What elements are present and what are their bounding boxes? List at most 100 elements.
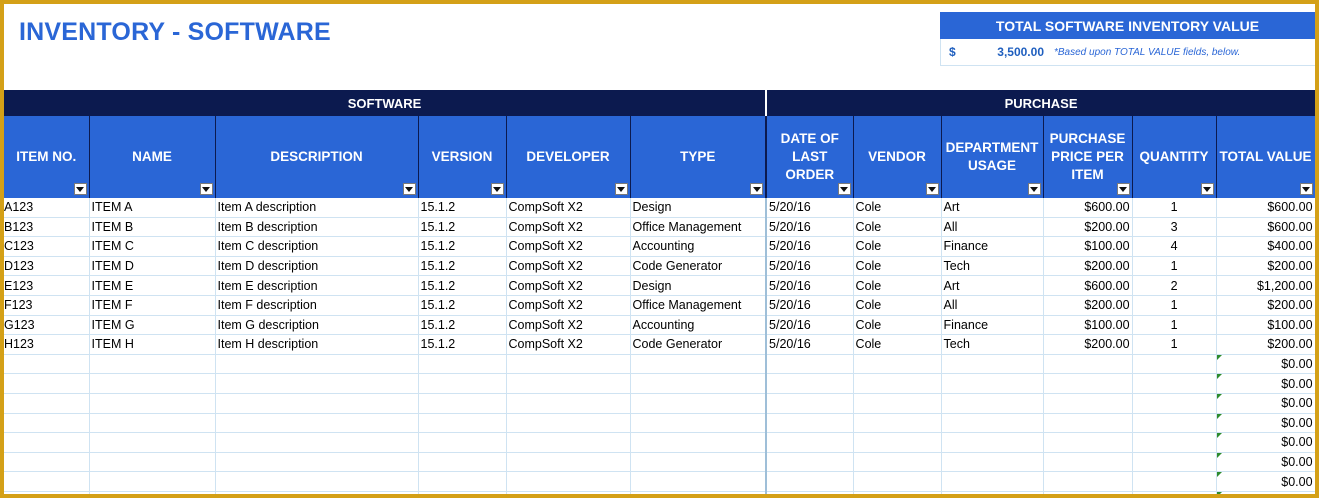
cell-name[interactable]: [89, 413, 216, 434]
cell-name[interactable]: [89, 491, 216, 494]
cell-developer[interactable]: CompSoft X2: [506, 256, 631, 277]
cell-name[interactable]: [89, 432, 216, 453]
cell-item-no[interactable]: [4, 393, 90, 414]
cell-version[interactable]: 15.1.2: [418, 256, 507, 277]
cell-date[interactable]: [766, 491, 854, 494]
cell-quantity[interactable]: [1132, 471, 1217, 492]
cell-quantity[interactable]: [1132, 354, 1217, 375]
cell-item-no[interactable]: E123: [4, 275, 90, 296]
filter-dropdown-icon[interactable]: [73, 183, 87, 195]
cell-description[interactable]: [215, 452, 419, 473]
cell-version[interactable]: 15.1.2: [418, 236, 507, 257]
cell-quantity[interactable]: [1132, 393, 1217, 414]
cell-total[interactable]: $1,200.00: [1216, 275, 1315, 296]
cell-version[interactable]: 15.1.2: [418, 295, 507, 316]
cell-price[interactable]: $100.00: [1043, 236, 1133, 257]
cell-quantity[interactable]: [1132, 413, 1217, 434]
cell-type[interactable]: Office Management: [630, 295, 768, 316]
cell-vendor[interactable]: [853, 354, 942, 375]
cell-type[interactable]: Office Management: [630, 217, 768, 238]
filter-dropdown-icon[interactable]: [490, 183, 504, 195]
cell-name[interactable]: [89, 373, 216, 394]
cell-price[interactable]: $100.00: [1043, 315, 1133, 336]
cell-version[interactable]: [418, 452, 507, 473]
cell-department[interactable]: [941, 354, 1044, 375]
cell-description[interactable]: Item A description: [215, 198, 419, 218]
filter-dropdown-icon[interactable]: [1116, 183, 1130, 195]
cell-total[interactable]: $0.00: [1216, 413, 1315, 434]
cell-description[interactable]: Item C description: [215, 236, 419, 257]
cell-date[interactable]: [766, 354, 854, 375]
cell-type[interactable]: [630, 413, 768, 434]
cell-description[interactable]: [215, 471, 419, 492]
cell-name[interactable]: [89, 393, 216, 414]
cell-developer[interactable]: [506, 413, 631, 434]
cell-total[interactable]: $600.00: [1216, 198, 1315, 218]
cell-description[interactable]: [215, 393, 419, 414]
cell-vendor[interactable]: Cole: [853, 256, 942, 277]
cell-item-no[interactable]: G123: [4, 315, 90, 336]
cell-price[interactable]: [1043, 471, 1133, 492]
cell-total[interactable]: $100.00: [1216, 315, 1315, 336]
cell-item-no[interactable]: [4, 471, 90, 492]
cell-quantity[interactable]: 2: [1132, 275, 1217, 296]
cell-date[interactable]: 5/20/16: [766, 256, 854, 277]
cell-total[interactable]: $0.00: [1216, 373, 1315, 394]
cell-total[interactable]: $0.00: [1216, 432, 1315, 453]
cell-type[interactable]: [630, 471, 768, 492]
cell-item-no[interactable]: C123: [4, 236, 90, 257]
cell-name[interactable]: ITEM D: [89, 256, 216, 277]
cell-developer[interactable]: [506, 452, 631, 473]
cell-vendor[interactable]: [853, 373, 942, 394]
cell-price[interactable]: [1043, 491, 1133, 494]
cell-type[interactable]: Code Generator: [630, 256, 768, 277]
total-inventory-row[interactable]: $ 3,500.00 *Based upon TOTAL VALUE field…: [940, 39, 1315, 66]
cell-department[interactable]: [941, 452, 1044, 473]
filter-dropdown-icon[interactable]: [1299, 183, 1313, 195]
cell-item-no[interactable]: [4, 354, 90, 375]
cell-developer[interactable]: [506, 471, 631, 492]
filter-dropdown-icon[interactable]: [925, 183, 939, 195]
cell-type[interactable]: Code Generator: [630, 334, 768, 355]
cell-developer[interactable]: CompSoft X2: [506, 275, 631, 296]
cell-total[interactable]: $400.00: [1216, 236, 1315, 257]
cell-vendor[interactable]: [853, 393, 942, 414]
filter-dropdown-icon[interactable]: [750, 183, 764, 195]
cell-total[interactable]: $200.00: [1216, 334, 1315, 355]
cell-description[interactable]: Item D description: [215, 256, 419, 277]
cell-quantity[interactable]: [1132, 452, 1217, 473]
cell-vendor[interactable]: Cole: [853, 198, 942, 218]
cell-date[interactable]: 5/20/16: [766, 198, 854, 218]
cell-quantity[interactable]: 1: [1132, 198, 1217, 218]
cell-item-no[interactable]: H123: [4, 334, 90, 355]
cell-department[interactable]: [941, 471, 1044, 492]
filter-dropdown-icon[interactable]: [614, 183, 628, 195]
cell-department[interactable]: Art: [941, 275, 1044, 296]
cell-quantity[interactable]: [1132, 373, 1217, 394]
cell-price[interactable]: $200.00: [1043, 217, 1133, 238]
cell-version[interactable]: [418, 393, 507, 414]
cell-type[interactable]: Design: [630, 198, 768, 218]
cell-description[interactable]: Item H description: [215, 334, 419, 355]
cell-developer[interactable]: CompSoft X2: [506, 334, 631, 355]
cell-developer[interactable]: [506, 373, 631, 394]
cell-version[interactable]: [418, 373, 507, 394]
cell-version[interactable]: 15.1.2: [418, 275, 507, 296]
cell-vendor[interactable]: Cole: [853, 334, 942, 355]
cell-department[interactable]: Finance: [941, 315, 1044, 336]
cell-total[interactable]: $600.00: [1216, 217, 1315, 238]
cell-date[interactable]: [766, 393, 854, 414]
cell-name[interactable]: ITEM A: [89, 198, 216, 218]
cell-total[interactable]: $0.00: [1216, 471, 1315, 492]
cell-developer[interactable]: CompSoft X2: [506, 236, 631, 257]
cell-date[interactable]: 5/20/16: [766, 217, 854, 238]
cell-price[interactable]: [1043, 452, 1133, 473]
cell-item-no[interactable]: B123: [4, 217, 90, 238]
cell-version[interactable]: 15.1.2: [418, 198, 507, 218]
filter-dropdown-icon[interactable]: [199, 183, 213, 195]
cell-description[interactable]: [215, 491, 419, 494]
cell-quantity[interactable]: 1: [1132, 295, 1217, 316]
cell-name[interactable]: [89, 452, 216, 473]
cell-total[interactable]: $0.00: [1216, 491, 1315, 494]
cell-department[interactable]: All: [941, 295, 1044, 316]
